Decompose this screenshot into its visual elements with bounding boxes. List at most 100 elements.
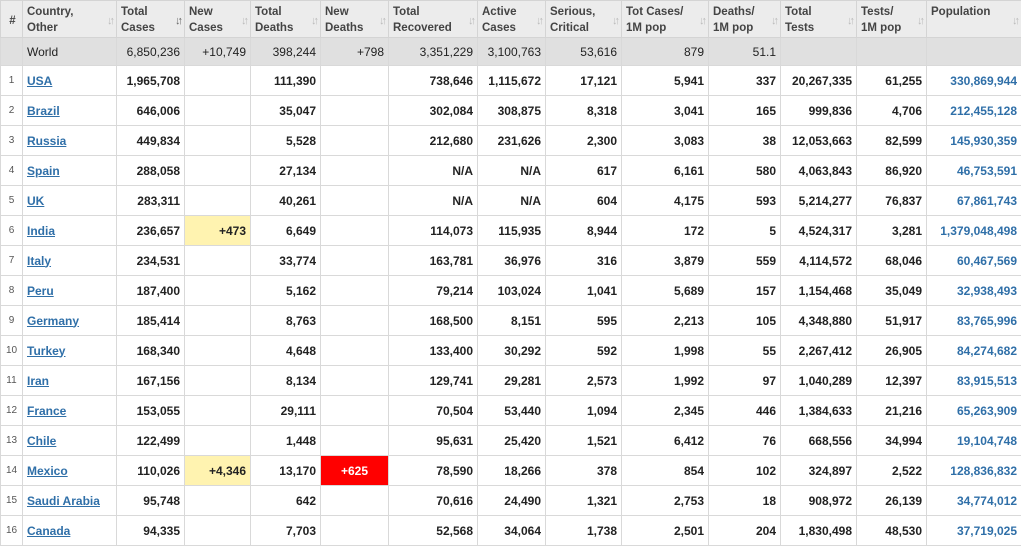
cell-deaths-1m: 97 xyxy=(708,365,781,396)
cell-total-recovered: N/A xyxy=(388,155,478,186)
column-header-total-recovered[interactable]: Total Recovered ↓↑ xyxy=(388,0,478,38)
cell-total-deaths: 6,649 xyxy=(250,215,321,246)
population-link[interactable]: 60,467,569 xyxy=(957,254,1017,268)
population-link[interactable]: 37,719,025 xyxy=(957,524,1017,538)
country-link[interactable]: Peru xyxy=(27,284,54,298)
column-header-label: Cases xyxy=(189,22,223,34)
cell-new-deaths xyxy=(320,125,389,156)
population-link[interactable]: 19,104,748 xyxy=(957,434,1017,448)
cell-deaths-1m: 204 xyxy=(708,515,781,546)
country-link[interactable]: India xyxy=(27,224,55,238)
sort-arrows-icon[interactable]: ↓↑ xyxy=(379,13,387,29)
cell-rank: 5 xyxy=(0,185,23,216)
table-row: 6 India 236,657 +473 6,649 114,073 115,935 8,94… xyxy=(0,215,1021,246)
sort-arrows-icon[interactable]: ↓↑ xyxy=(917,13,925,29)
country-link[interactable]: Russia xyxy=(27,134,66,148)
cell-total-deaths: 111,390 xyxy=(250,65,321,96)
cell-population: 83,765,996 xyxy=(926,305,1021,336)
cell-cases-1m: 5,689 xyxy=(621,275,709,306)
column-header-new-deaths[interactable]: New Deaths ↓↑ xyxy=(320,0,389,38)
sort-arrows-icon[interactable]: ↓↑ xyxy=(536,13,544,29)
country-link[interactable]: Spain xyxy=(27,164,60,178)
population-link[interactable]: 330,869,944 xyxy=(950,74,1017,88)
column-header-new-cases[interactable]: New Cases ↓↑ xyxy=(184,0,251,38)
cell-total-tests: 908,972 xyxy=(780,485,857,516)
column-header-cases-1m[interactable]: Tot Cases/1M pop ↓↑ xyxy=(621,0,709,38)
population-link[interactable]: 34,774,012 xyxy=(957,494,1017,508)
cell-serious: 1,321 xyxy=(545,485,622,516)
population-link[interactable]: 212,455,128 xyxy=(950,104,1017,118)
population-link[interactable]: 65,263,909 xyxy=(957,404,1017,418)
cell-deaths-1m: 157 xyxy=(708,275,781,306)
country-link[interactable]: Germany xyxy=(27,314,79,328)
sort-arrows-icon[interactable]: ↓↑ xyxy=(612,13,620,29)
cell-serious: 1,521 xyxy=(545,425,622,456)
cell-cases-1m: 6,161 xyxy=(621,155,709,186)
column-header-deaths-1m[interactable]: Deaths/1M pop ↓↑ xyxy=(708,0,781,38)
population-link[interactable]: 84,274,682 xyxy=(957,344,1017,358)
column-header-label: Total xyxy=(121,6,148,18)
population-link[interactable]: 83,915,513 xyxy=(957,374,1017,388)
country-link[interactable]: Turkey xyxy=(27,344,65,358)
cell-tests-1m: 3,281 xyxy=(856,215,927,246)
cell-total-recovered: 168,500 xyxy=(388,305,478,336)
country-link[interactable]: Italy xyxy=(27,254,51,268)
country-link[interactable]: Iran xyxy=(27,374,49,388)
column-header-total-tests[interactable]: Total Tests ↓↑ xyxy=(780,0,857,38)
cell-total-deaths: 8,134 xyxy=(250,365,321,396)
cell-total-tests xyxy=(780,37,857,66)
population-link[interactable]: 46,753,591 xyxy=(957,164,1017,178)
country-link[interactable]: UK xyxy=(27,194,44,208)
cell-cases-1m: 4,175 xyxy=(621,185,709,216)
country-link[interactable]: Brazil xyxy=(27,104,60,118)
sort-arrows-icon[interactable]: ↓↑ xyxy=(468,13,476,29)
column-header-label: Country, xyxy=(27,6,74,18)
column-header-total-cases[interactable]: Total Cases ↓↑ xyxy=(116,0,185,38)
cell-total-cases: 449,834 xyxy=(116,125,185,156)
column-header-serious[interactable]: Serious, Critical ↓↑ xyxy=(545,0,622,38)
column-header-label: New xyxy=(325,6,349,18)
cell-total-recovered: 70,616 xyxy=(388,485,478,516)
country-link[interactable]: Mexico xyxy=(27,464,68,478)
column-header-total-deaths[interactable]: Total Deaths ↓↑ xyxy=(250,0,321,38)
cell-country: Iran xyxy=(22,365,117,396)
sort-arrows-icon[interactable]: ↓↑ xyxy=(311,13,319,29)
sort-arrows-icon[interactable]: ↓↑ xyxy=(1012,13,1020,29)
country-link[interactable]: France xyxy=(27,404,66,418)
cell-population: 65,263,909 xyxy=(926,395,1021,426)
population-link[interactable]: 32,938,493 xyxy=(957,284,1017,298)
column-header-tests-1m[interactable]: Tests/1M pop ↓↑ xyxy=(856,0,927,38)
sort-arrows-icon[interactable]: ↓↑ xyxy=(241,13,249,29)
sort-arrows-icon[interactable]: ↓↑ xyxy=(771,13,779,29)
table-row: 4 Spain 288,058 27,134 N/A N/A 617 6,161 580 4,06… xyxy=(0,155,1021,186)
country-link[interactable]: Chile xyxy=(27,434,56,448)
country-link[interactable]: Canada xyxy=(27,524,70,538)
country-link[interactable]: USA xyxy=(27,74,52,88)
sort-arrows-icon[interactable]: ↓↑ xyxy=(175,13,183,29)
cell-active-cases: 34,064 xyxy=(477,515,546,546)
column-header-country[interactable]: Country, Other ↓↑ xyxy=(22,0,117,38)
population-link[interactable]: 83,765,996 xyxy=(957,314,1017,328)
cell-new-cases xyxy=(184,245,251,276)
population-link[interactable]: 67,861,743 xyxy=(957,194,1017,208)
cell-total-deaths: 5,162 xyxy=(250,275,321,306)
column-header-population[interactable]: Population ↓↑ xyxy=(926,0,1021,38)
column-header-active-cases[interactable]: Active Cases ↓↑ xyxy=(477,0,546,38)
cell-total-deaths: 8,763 xyxy=(250,305,321,336)
sort-arrows-icon[interactable]: ↓↑ xyxy=(847,13,855,29)
cell-country: Saudi Arabia xyxy=(22,485,117,516)
table-row: 13 Chile 122,499 1,448 95,631 25,420 1,521 6,41… xyxy=(0,425,1021,456)
cell-deaths-1m: 18 xyxy=(708,485,781,516)
cell-deaths-1m: 559 xyxy=(708,245,781,276)
sort-arrows-icon[interactable]: ↓↑ xyxy=(699,13,707,29)
cell-new-deaths xyxy=(320,515,389,546)
population-link[interactable]: 128,836,832 xyxy=(950,464,1017,478)
population-link[interactable]: 1,379,048,498 xyxy=(940,224,1017,238)
sort-arrows-icon[interactable]: ↓↑ xyxy=(107,13,115,29)
population-link[interactable]: 145,930,359 xyxy=(950,134,1017,148)
cell-active-cases: 1,115,672 xyxy=(477,65,546,96)
cell-tests-1m: 48,530 xyxy=(856,515,927,546)
country-link[interactable]: Saudi Arabia xyxy=(27,494,100,508)
cell-cases-1m: 2,501 xyxy=(621,515,709,546)
cell-tests-1m: 68,046 xyxy=(856,245,927,276)
